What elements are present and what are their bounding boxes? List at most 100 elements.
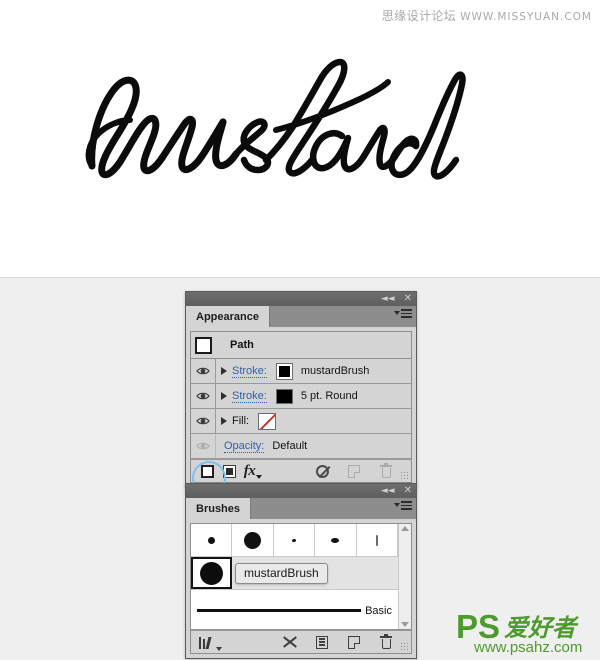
eye-visible-icon[interactable] [191, 409, 216, 433]
brush-oval-dot-icon [331, 537, 340, 543]
brushes-titlebar-buttons: ◄◄ ✕ [381, 484, 412, 498]
chevron-down-icon [215, 647, 222, 651]
appearance-row-fill[interactable]: Fill: [191, 409, 411, 434]
delete-item-button[interactable] [375, 461, 397, 481]
add-new-effect-button[interactable]: fx [240, 461, 266, 481]
brush-item-thin-stroke[interactable] [356, 524, 398, 556]
panel-menu-icon[interactable] [394, 309, 412, 318]
brush-item-mustard[interactable] [191, 557, 232, 589]
clear-appearance-icon [315, 464, 329, 478]
path-object-thumbnail-icon [195, 336, 212, 354]
new-brush-icon [348, 635, 360, 649]
brush-thumbnail-row [191, 524, 398, 557]
chevron-down-icon [256, 475, 263, 479]
fill-label: Fill: [232, 415, 250, 427]
appearance-titlebar-buttons: ◄◄ ✕ [381, 292, 412, 306]
brushes-panel-titlebar[interactable]: ◄◄ ✕ [186, 484, 416, 498]
eye-visible-icon[interactable] [191, 384, 216, 408]
brush-list-container: mustardBrush Basic [190, 523, 412, 630]
brush-options-icon [316, 635, 328, 649]
menu-caret-icon [394, 503, 400, 508]
new-brush-button[interactable] [343, 632, 365, 652]
brush-thin-stroke-icon [375, 534, 378, 546]
watermark-chinese-text: 思缘设计论坛 [381, 9, 457, 23]
appearance-panel-titlebar[interactable]: ◄◄ ✕ [186, 292, 416, 306]
add-new-stroke-button[interactable] [196, 461, 218, 481]
brush-item-basic[interactable]: Basic [191, 590, 398, 629]
chevron-right-icon[interactable] [216, 392, 232, 400]
basic-stroke-line-icon [197, 609, 362, 612]
add-new-fill-button[interactable] [218, 461, 240, 481]
stroke-link-label[interactable]: Stroke: [232, 365, 267, 378]
opacity-link-label[interactable]: Opacity: [224, 440, 265, 453]
delete-brush-button[interactable] [375, 632, 397, 652]
appearance-object-row[interactable]: Path [190, 331, 412, 358]
eye-visible-icon[interactable] [191, 359, 216, 383]
tab-brushes[interactable]: Brushes [186, 498, 252, 519]
clear-appearance-button[interactable] [311, 461, 333, 481]
svg-text:www.psahz.com: www.psahz.com [473, 639, 582, 656]
chevron-right-icon[interactable] [216, 417, 232, 425]
appearance-row-stroke-brush[interactable]: Stroke: mustardBrush [191, 359, 411, 384]
appearance-row-stroke-round[interactable]: Stroke: 5 pt. Round [191, 384, 411, 409]
brush-tooltip: mustardBrush [235, 563, 328, 584]
remove-brush-stroke-icon [283, 636, 297, 649]
brush-list-scrollbar[interactable] [398, 524, 411, 629]
delete-item-icon [380, 462, 392, 478]
appearance-panel-tabbar[interactable]: Appearance [186, 306, 416, 327]
brush-list: mustardBrush Basic [191, 524, 398, 629]
brush-item-dot-small[interactable] [191, 524, 233, 556]
tab-appearance-label: Appearance [196, 310, 259, 323]
stroke-color-swatch[interactable] [275, 388, 293, 404]
close-icon[interactable]: ✕ [404, 486, 412, 496]
appearance-panel-footer: fx [190, 459, 412, 495]
brush-item-speck-tiny[interactable] [273, 524, 316, 556]
eye-dimmed-icon [191, 434, 216, 458]
chevron-right-icon[interactable] [216, 367, 232, 375]
brush-dot-large-icon [244, 531, 262, 549]
tab-brushes-label: Brushes [196, 502, 241, 515]
add-new-fill-icon [222, 464, 236, 478]
brush-speck-tiny-icon [291, 537, 297, 543]
menu-lines-icon [401, 501, 412, 510]
delete-brush-icon [380, 633, 392, 649]
mustard-lettering-artwork [70, 48, 530, 198]
brush-item-dot-large[interactable] [232, 524, 274, 556]
stroke-weight-value: 5 pt. Round [300, 390, 358, 402]
brush-dot-small-icon [207, 536, 215, 544]
fill-none-swatch[interactable] [258, 412, 277, 430]
basic-brush-label: Basic [365, 604, 392, 617]
menu-caret-icon [394, 311, 400, 316]
scroll-down-arrow-icon[interactable] [401, 622, 409, 627]
tab-appearance[interactable]: Appearance [186, 306, 270, 327]
site-watermark: 思缘设计论坛 WWW.MISSYUAN.COM [382, 7, 592, 24]
stroke-link-label[interactable]: Stroke: [232, 390, 267, 403]
brushes-panel-tabbar[interactable]: Brushes [186, 498, 416, 519]
appearance-attribute-list: Stroke: mustardBrush Stroke: 5 pt. Round… [190, 358, 412, 459]
appearance-panel-body: Path Stroke: mustardBrush Stroke: 5 pt. … [186, 327, 416, 495]
brushes-panel-footer [190, 630, 412, 654]
appearance-row-opacity[interactable]: Opacity: Default [191, 434, 411, 459]
watermark-url-text: WWW.MISSYUAN.COM [460, 11, 592, 23]
scroll-up-arrow-icon[interactable] [401, 526, 409, 531]
brush-libraries-menu-icon [198, 636, 214, 649]
duplicate-item-button[interactable] [343, 461, 365, 481]
site-logo: PS 爱好者 www.psahz.com [452, 598, 592, 656]
brushes-panel[interactable]: ◄◄ ✕ Brushes mustardBrush Basic [185, 483, 417, 659]
brushes-panel-body: mustardBrush Basic [186, 519, 416, 658]
resize-grip-icon[interactable] [400, 471, 409, 480]
menu-lines-icon [401, 309, 412, 318]
collapse-to-icons-icon[interactable]: ◄◄ [381, 294, 395, 304]
brush-item-oval-dot[interactable] [315, 524, 357, 556]
remove-brush-stroke-button[interactable] [279, 632, 301, 652]
collapse-to-icons-icon[interactable]: ◄◄ [381, 486, 395, 496]
panel-menu-icon[interactable] [394, 501, 412, 510]
brush-libraries-menu-button[interactable] [196, 632, 224, 652]
brush-options-button[interactable] [311, 632, 333, 652]
stroke-color-swatch[interactable] [275, 362, 293, 380]
stroke-brush-value: mustardBrush [300, 365, 370, 377]
close-icon[interactable]: ✕ [404, 294, 412, 304]
resize-grip-icon[interactable] [400, 642, 409, 651]
fx-effects-icon: fx [243, 462, 256, 479]
appearance-panel[interactable]: ◄◄ ✕ Appearance Path Stroke: mustardBrus… [185, 291, 417, 495]
